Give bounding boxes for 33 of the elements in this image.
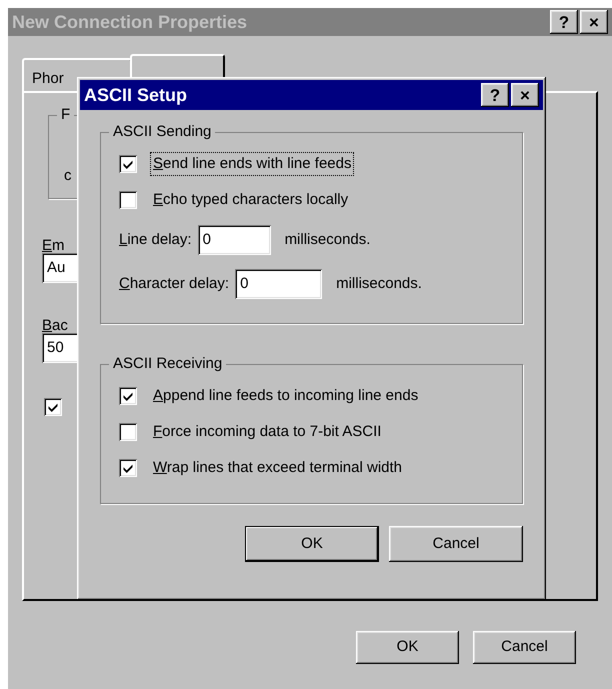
check-icon <box>123 392 133 400</box>
checkbox[interactable] <box>119 191 137 209</box>
check-icon <box>48 402 58 412</box>
unit-label: milliseconds. <box>284 230 370 250</box>
dialog-button[interactable]: Cancel <box>473 631 576 664</box>
field-label: Bac <box>42 316 68 336</box>
dialog-button[interactable]: Cancel <box>389 526 523 562</box>
checkbox-label[interactable]: Force incoming data to 7-bit ASCII <box>151 420 384 444</box>
checkbox-label[interactable]: Send line ends with line feeds <box>151 152 354 176</box>
input-field[interactable]: 0 <box>198 225 271 255</box>
checkbox[interactable] <box>119 423 137 441</box>
window-title: New Connection Properties <box>12 10 248 34</box>
dialog-button[interactable]: OK <box>245 526 379 562</box>
checkbox[interactable] <box>119 155 137 173</box>
unit-label: milliseconds. <box>336 274 422 294</box>
checkbox-label[interactable]: Echo typed characters locally <box>151 188 350 212</box>
checkbox[interactable] <box>44 398 62 416</box>
help-button[interactable]: ? <box>550 10 578 34</box>
close-button[interactable]: × <box>511 83 539 107</box>
checkbox-label[interactable]: Wrap lines that exceed terminal width <box>151 456 404 480</box>
check-icon <box>123 160 133 168</box>
checkbox[interactable] <box>119 459 137 477</box>
checkbox-label[interactable]: Append line feeds to incoming line ends <box>151 384 420 408</box>
check-icon <box>123 464 133 472</box>
field-label: Em <box>42 236 65 256</box>
checkbox[interactable] <box>119 387 137 405</box>
close-button[interactable]: × <box>580 10 608 34</box>
input-field[interactable]: 0 <box>235 269 322 299</box>
field-label: Line delay: <box>119 230 192 250</box>
field-label: Character delay: <box>119 274 230 294</box>
dialog-button[interactable]: OK <box>356 631 459 664</box>
help-button[interactable]: ? <box>481 83 509 107</box>
field-label: c <box>64 166 72 186</box>
